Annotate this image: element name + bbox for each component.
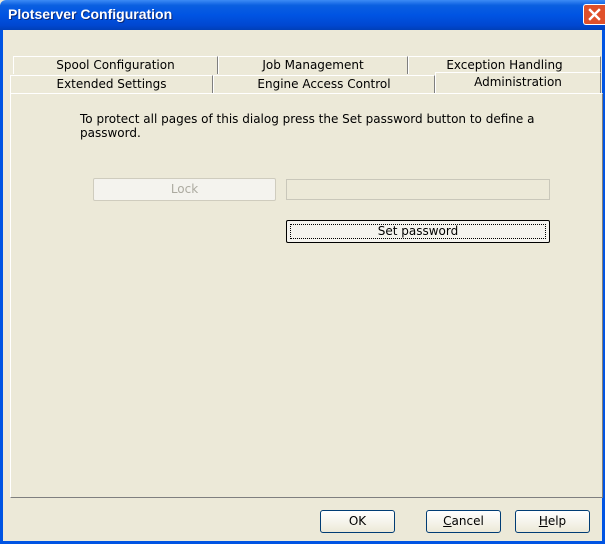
title-bar[interactable]: Plotserver Configuration — [0, 0, 605, 30]
tab-label: Spool Configuration — [56, 58, 175, 72]
focus-rectangle — [290, 224, 546, 239]
window-frame-left — [0, 30, 3, 544]
tab-spool-configuration[interactable]: Spool Configuration — [13, 56, 218, 74]
tab-label: Engine Access Control — [257, 77, 391, 91]
help-mnemonic: H — [538, 514, 548, 528]
tab-row-front: Extended Settings Engine Access Control … — [10, 72, 603, 94]
close-icon — [588, 8, 601, 21]
ok-label: OK — [348, 514, 367, 528]
tab-extended-settings[interactable]: Extended Settings — [10, 75, 213, 93]
close-button[interactable] — [583, 4, 605, 25]
password-field[interactable] — [286, 179, 550, 200]
tab-engine-access-control[interactable]: Engine Access Control — [213, 75, 435, 93]
dialog-window: Plotserver Configuration Spool Configura… — [0, 0, 605, 544]
cancel-mnemonic: C — [443, 514, 452, 528]
cancel-label-rest: ancel — [451, 514, 484, 528]
tab-label: Administration — [474, 75, 562, 89]
help-label-rest: elp — [547, 514, 567, 528]
cancel-button[interactable]: Cancel — [426, 510, 501, 533]
lock-button[interactable]: Lock — [93, 178, 276, 201]
ok-button[interactable]: OK — [320, 510, 395, 533]
tab-label: Exception Handling — [446, 58, 563, 72]
tab-panel-administration — [10, 93, 603, 498]
window-title: Plotserver Configuration — [8, 6, 173, 22]
help-button[interactable]: Help — [515, 510, 590, 533]
set-password-button[interactable]: Set password — [286, 220, 550, 243]
info-text: To protect all pages of this dialog pres… — [80, 112, 535, 140]
tab-label: Job Management — [262, 58, 364, 72]
tab-job-management[interactable]: Job Management — [218, 56, 408, 74]
tab-label: Extended Settings — [56, 77, 167, 91]
tab-administration[interactable]: Administration — [435, 72, 601, 94]
